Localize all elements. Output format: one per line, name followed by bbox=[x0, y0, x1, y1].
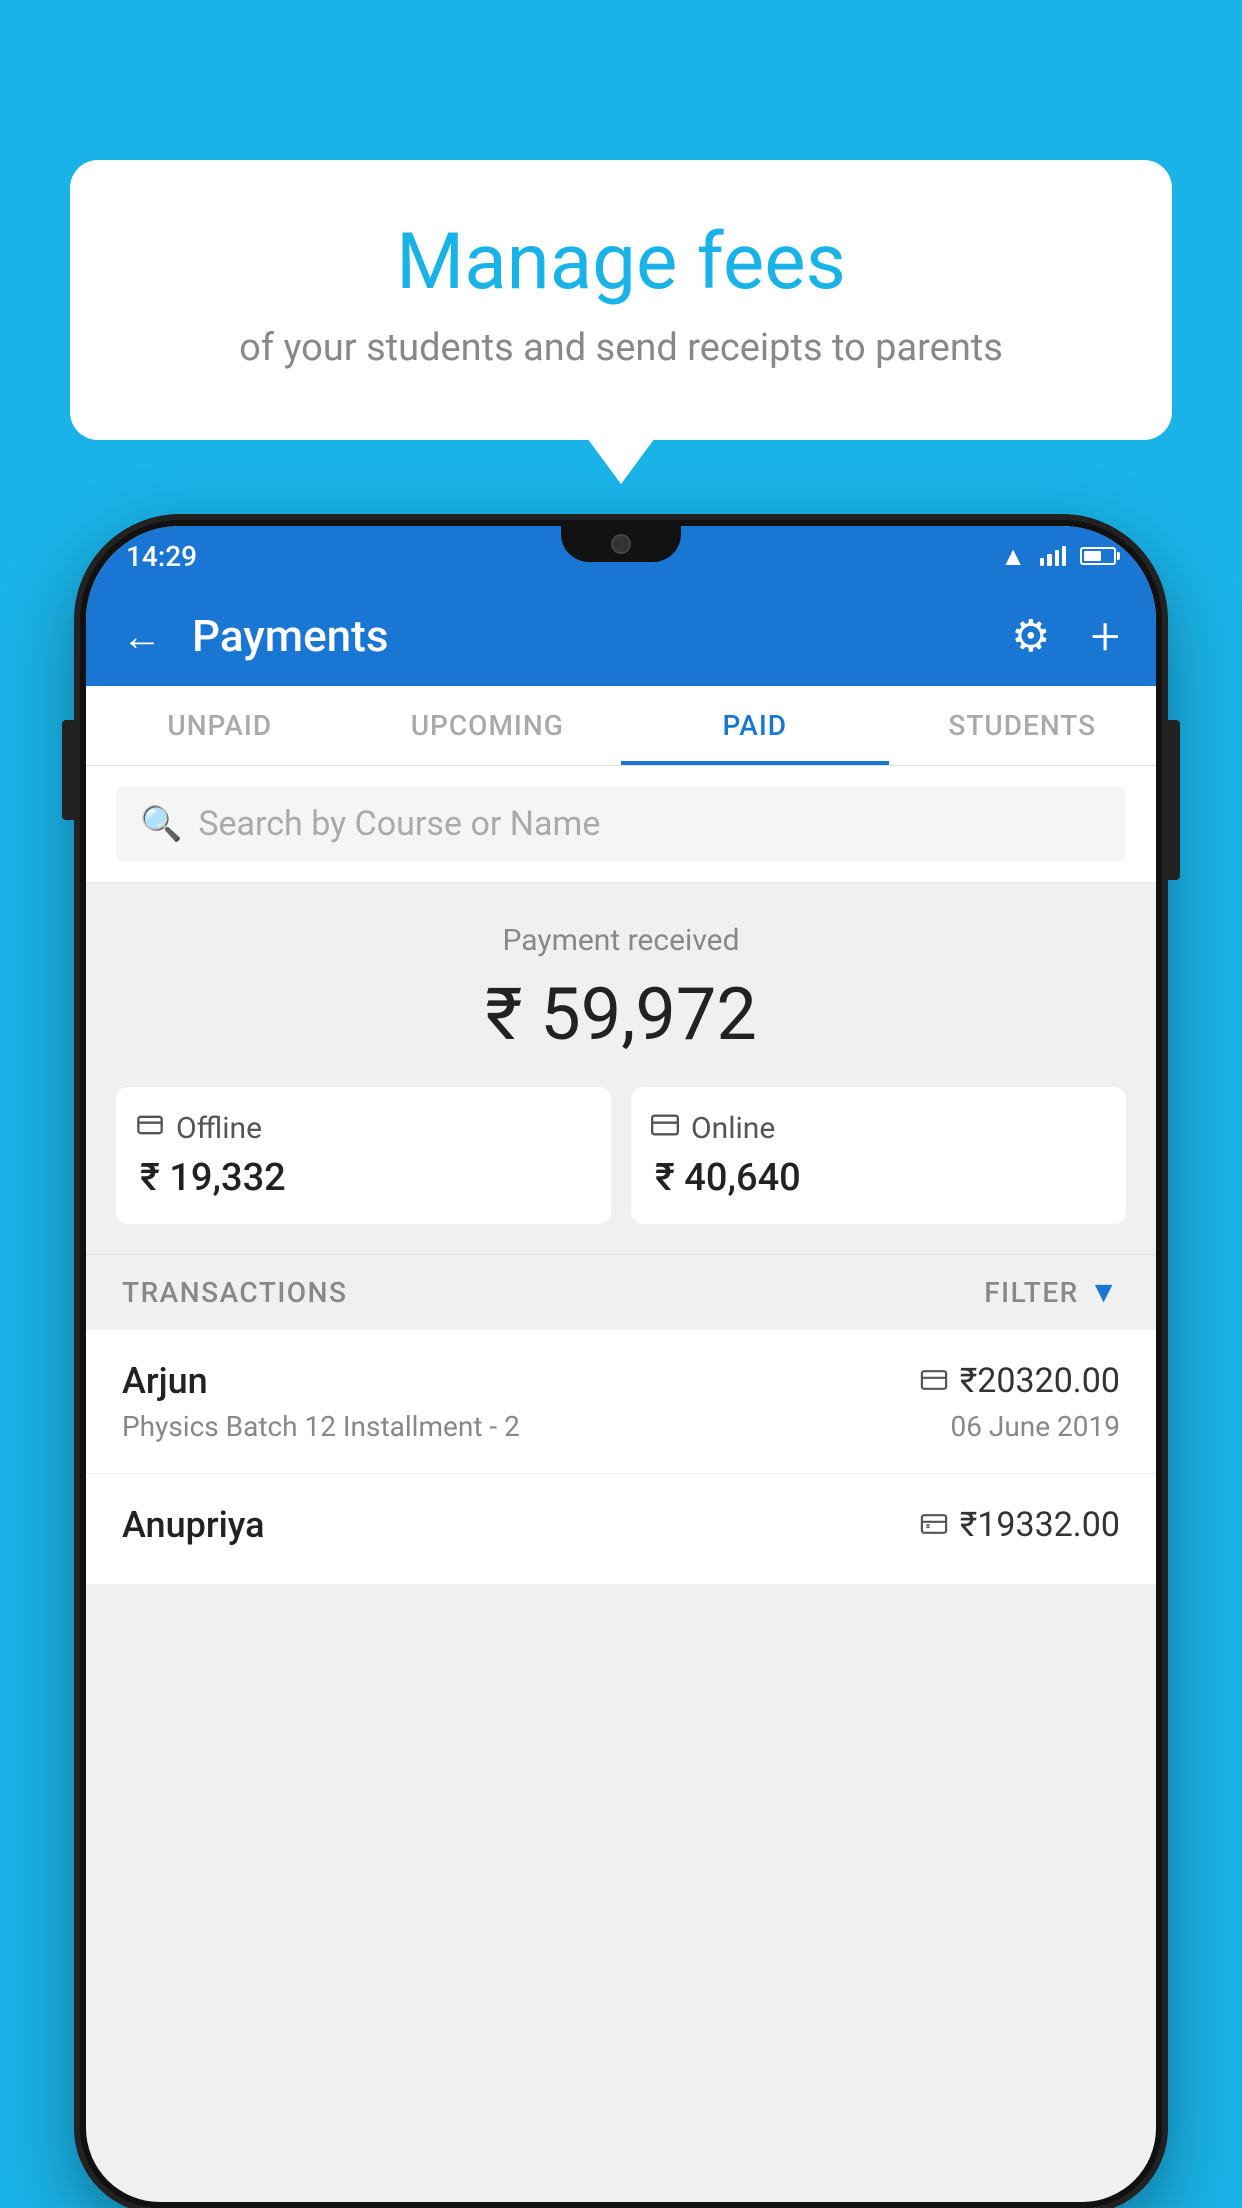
payment-mode-icon-offline bbox=[920, 1509, 948, 1542]
header-title: Payments bbox=[192, 610, 991, 662]
online-label: Online bbox=[691, 1111, 775, 1146]
tab-upcoming[interactable]: UPCOMING bbox=[354, 686, 622, 765]
transaction-date: 06 June 2019 bbox=[950, 1410, 1120, 1443]
status-time: 14:29 bbox=[126, 540, 197, 573]
filter-button[interactable]: FILTER ▼ bbox=[984, 1275, 1120, 1310]
phone-frame: 14:29 ▲ ← Payments ⚙ + bbox=[80, 520, 1162, 2208]
phone-notch bbox=[561, 526, 681, 562]
payment-received-label: Payment received bbox=[116, 923, 1126, 958]
online-icon bbox=[651, 1111, 679, 1146]
back-button[interactable]: ← bbox=[122, 613, 162, 660]
wifi-icon: ▲ bbox=[1000, 541, 1026, 572]
search-icon: 🔍 bbox=[140, 804, 182, 844]
payment-summary: Payment received ₹ 59,972 Offline ₹ 19,3… bbox=[86, 883, 1156, 1254]
add-button[interactable]: + bbox=[1091, 606, 1120, 667]
speech-bubble-subtitle: of your students and send receipts to pa… bbox=[130, 326, 1112, 370]
transaction-list: Arjun ₹20320.00 Physics Batch 12 Install… bbox=[86, 1330, 1156, 1585]
table-row[interactable]: Arjun ₹20320.00 Physics Batch 12 Install… bbox=[86, 1330, 1156, 1474]
filter-icon: ▼ bbox=[1089, 1275, 1120, 1310]
offline-label: Offline bbox=[176, 1111, 262, 1146]
transaction-amount-row: ₹20320.00 bbox=[920, 1361, 1120, 1401]
battery-icon bbox=[1080, 547, 1116, 565]
status-icons: ▲ bbox=[1000, 541, 1116, 572]
offline-icon bbox=[136, 1111, 164, 1146]
search-container: 🔍 Search by Course or Name bbox=[86, 766, 1156, 883]
transaction-name: Anupriya bbox=[122, 1504, 265, 1546]
payment-cards: Offline ₹ 19,332 Online ₹ 4 bbox=[116, 1087, 1126, 1224]
transaction-amount: ₹19332.00 bbox=[960, 1505, 1120, 1545]
search-box[interactable]: 🔍 Search by Course or Name bbox=[116, 786, 1126, 862]
transaction-detail: Physics Batch 12 Installment - 2 06 June… bbox=[122, 1410, 1120, 1443]
phone-screen: 14:29 ▲ ← Payments ⚙ + bbox=[86, 526, 1156, 2202]
tab-unpaid[interactable]: UNPAID bbox=[86, 686, 354, 765]
tab-students[interactable]: STUDENTS bbox=[889, 686, 1157, 765]
transaction-name: Arjun bbox=[122, 1360, 208, 1402]
table-row[interactable]: Anupriya ₹19332.00 bbox=[86, 1474, 1156, 1585]
transaction-amount: ₹20320.00 bbox=[960, 1361, 1120, 1401]
gear-icon[interactable]: ⚙ bbox=[1011, 610, 1050, 662]
filter-label: FILTER bbox=[984, 1276, 1079, 1309]
payment-total-amount: ₹ 59,972 bbox=[116, 972, 1126, 1057]
signal-icon bbox=[1040, 546, 1066, 566]
payment-mode-icon-online bbox=[920, 1365, 948, 1398]
tab-paid[interactable]: PAID bbox=[621, 686, 889, 765]
transactions-header: TRANSACTIONS FILTER ▼ bbox=[86, 1254, 1156, 1330]
online-amount: ₹ 40,640 bbox=[651, 1156, 801, 1200]
search-input[interactable]: Search by Course or Name bbox=[198, 804, 600, 844]
app-header: ← Payments ⚙ + bbox=[86, 586, 1156, 686]
offline-card: Offline ₹ 19,332 bbox=[116, 1087, 611, 1224]
speech-bubble-title: Manage fees bbox=[130, 220, 1112, 306]
tabs-bar: UNPAID UPCOMING PAID STUDENTS bbox=[86, 686, 1156, 766]
transaction-course: Physics Batch 12 Installment - 2 bbox=[122, 1410, 520, 1443]
notch-camera bbox=[611, 534, 631, 554]
offline-amount: ₹ 19,332 bbox=[136, 1156, 286, 1200]
speech-bubble: Manage fees of your students and send re… bbox=[70, 160, 1172, 440]
transaction-amount-row: ₹19332.00 bbox=[920, 1505, 1120, 1545]
transactions-label: TRANSACTIONS bbox=[122, 1276, 347, 1309]
online-card: Online ₹ 40,640 bbox=[631, 1087, 1126, 1224]
